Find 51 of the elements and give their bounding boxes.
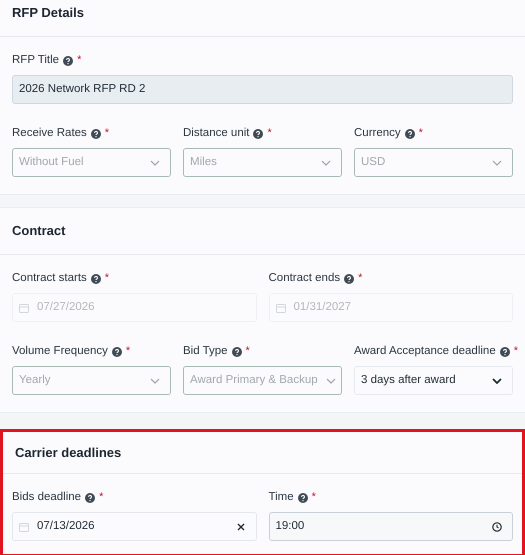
chevron-down-icon <box>492 160 502 166</box>
time-field[interactable]: 19:00 <box>268 512 513 541</box>
help-icon <box>298 492 308 502</box>
field-label: Receive Rates <box>12 126 87 141</box>
field-label: Currency <box>354 126 401 141</box>
chevron-down-icon <box>150 378 160 384</box>
field-label: Bids deadline <box>12 490 82 505</box>
field-label: Award Acceptance deadline <box>354 344 496 359</box>
help-icon <box>63 56 74 66</box>
help-icon <box>232 346 242 356</box>
required-mark: * <box>99 492 104 503</box>
clear-button[interactable] <box>236 522 246 532</box>
help-icon <box>112 346 122 356</box>
help-icon <box>344 274 354 284</box>
clock-icon <box>492 522 502 532</box>
field-label: RFP Title <box>12 52 60 68</box>
chevron-down-icon <box>326 378 336 384</box>
section-title: Contract <box>12 222 66 240</box>
help-icon <box>90 128 101 138</box>
help-icon <box>90 274 101 284</box>
field-label: Distance unit <box>183 126 250 141</box>
chevron-down-icon <box>150 160 160 166</box>
required-mark: * <box>246 346 250 357</box>
help-icon <box>253 128 264 138</box>
field-label: Time <box>268 490 294 505</box>
help-icon <box>500 346 510 356</box>
help-icon <box>404 128 415 138</box>
select-dropdown[interactable]: 3 days after award <box>354 366 513 395</box>
chevron-down-icon <box>321 160 331 166</box>
required-mark: * <box>312 492 316 503</box>
field-label: Contract starts <box>12 270 87 286</box>
required-mark: * <box>267 128 272 139</box>
help-icon <box>85 492 96 502</box>
field-label: Bid Type <box>183 344 228 359</box>
field-label: Contract ends <box>268 270 340 286</box>
chevron-down-icon <box>492 378 502 384</box>
date-field[interactable]: 07/13/2026 <box>12 512 256 541</box>
required-mark: * <box>104 273 110 284</box>
required-mark: * <box>104 128 110 139</box>
section-title: RFP Details <box>12 4 84 22</box>
required-mark: * <box>126 346 130 357</box>
calendar-icon <box>276 302 286 312</box>
section-title: Carrier deadlines <box>15 444 122 462</box>
field-label: Volume Frequency <box>12 344 108 359</box>
calendar-icon <box>19 302 29 312</box>
close-icon <box>236 522 244 530</box>
calendar-icon <box>19 522 29 532</box>
required-mark: * <box>514 346 518 357</box>
required-mark: * <box>358 273 362 284</box>
required-mark: * <box>418 128 423 139</box>
required-mark: * <box>77 55 82 66</box>
